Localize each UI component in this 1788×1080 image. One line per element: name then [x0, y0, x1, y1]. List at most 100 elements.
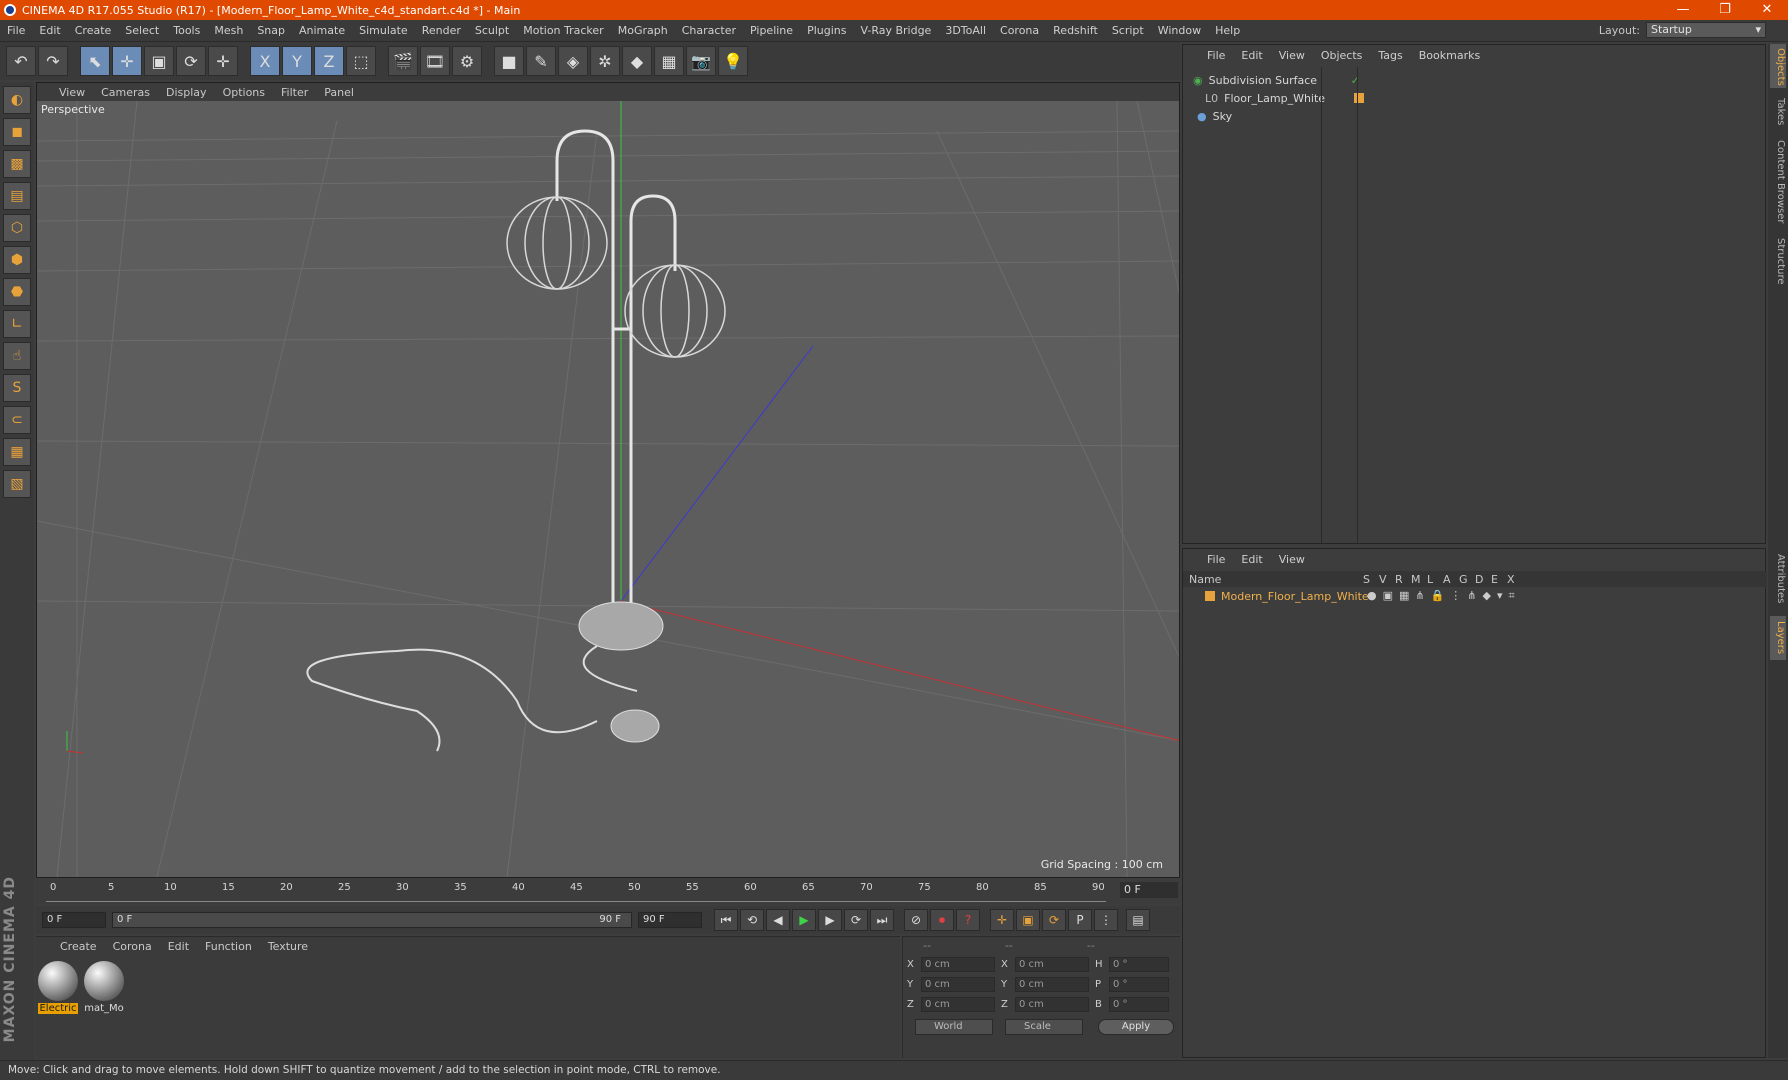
- current-frame-field[interactable]: 0 F: [1120, 882, 1178, 898]
- layer-row[interactable]: Modern_Floor_Lamp_White ●▣▦⋔🔒⋮⋔◆▾⌗: [1183, 588, 1767, 604]
- live-selection-tool[interactable]: ⬉: [80, 46, 110, 76]
- material-swatch[interactable]: mat_Mo: [84, 961, 124, 1014]
- size-x-field[interactable]: 0 cm: [1015, 957, 1089, 972]
- object-menu-view[interactable]: View: [1279, 49, 1305, 62]
- viewport-menu-options[interactable]: Options: [223, 86, 265, 99]
- enabled-check-icon[interactable]: ✓: [1351, 74, 1360, 87]
- restore-button[interactable]: ❐: [1704, 0, 1746, 20]
- position-x-field[interactable]: 0 cm: [921, 957, 995, 972]
- object-menu-tags[interactable]: Tags: [1378, 49, 1402, 62]
- menu-plugins[interactable]: Plugins: [800, 24, 853, 37]
- rotation-h-field[interactable]: 0 °: [1109, 957, 1169, 972]
- object-menu-bookmarks[interactable]: Bookmarks: [1419, 49, 1480, 62]
- render-view-button[interactable]: 🎬: [388, 46, 418, 76]
- layer-column-manager[interactable]: M: [1411, 573, 1427, 586]
- snap-magnet-icon[interactable]: ⊂: [3, 406, 31, 434]
- menu-help[interactable]: Help: [1208, 24, 1247, 37]
- layer-column-name[interactable]: Name: [1183, 573, 1363, 586]
- workplane-icon[interactable]: ▤: [3, 182, 31, 210]
- record-keys-button[interactable]: ⊘: [904, 909, 928, 931]
- tab-layers[interactable]: Layers: [1770, 616, 1786, 660]
- frame-range-slider[interactable]: 0 F 90 F: [112, 912, 632, 928]
- tweak-mode-icon[interactable]: ☝: [3, 342, 31, 370]
- rotate-tool[interactable]: ⟳: [176, 46, 206, 76]
- menu-3dtoall[interactable]: 3DToAll: [938, 24, 993, 37]
- menu-corona[interactable]: Corona: [993, 24, 1046, 37]
- array-generator-button[interactable]: ✲: [590, 46, 620, 76]
- menu-vray-bridge[interactable]: V-Ray Bridge: [853, 24, 938, 37]
- next-frame-button[interactable]: ▶: [818, 909, 842, 931]
- light-button[interactable]: 💡: [718, 46, 748, 76]
- tab-structure[interactable]: Structure: [1770, 234, 1786, 288]
- coordinate-mode-select[interactable]: Scale: [1005, 1019, 1083, 1035]
- column-divider[interactable]: [1321, 67, 1322, 543]
- menu-file[interactable]: File: [0, 24, 32, 37]
- workplane-lock-icon[interactable]: ▦: [3, 438, 31, 466]
- axis-mode-icon[interactable]: ∟: [3, 310, 31, 338]
- key-rotation-button[interactable]: ⟳: [1042, 909, 1066, 931]
- menu-motion-tracker[interactable]: Motion Tracker: [516, 24, 610, 37]
- layer-menu-edit[interactable]: Edit: [1241, 553, 1262, 566]
- goto-start-button[interactable]: ⏮: [714, 909, 738, 931]
- deformer-button[interactable]: ◆: [622, 46, 652, 76]
- layer-column-view[interactable]: V: [1379, 573, 1395, 586]
- layer-menu-view[interactable]: View: [1279, 553, 1305, 566]
- tab-takes[interactable]: Takes: [1770, 94, 1786, 130]
- layer-column-generators[interactable]: G: [1459, 573, 1475, 586]
- redo-button[interactable]: ↷: [38, 46, 68, 76]
- coordinate-system-button[interactable]: ⬚: [346, 46, 376, 76]
- apply-button[interactable]: Apply: [1098, 1019, 1174, 1035]
- layer-column-xref[interactable]: X: [1507, 573, 1523, 586]
- start-frame-field[interactable]: 0 F: [42, 912, 106, 928]
- polygons-mode-icon[interactable]: ⬣: [3, 278, 31, 306]
- material-menu-corona[interactable]: Corona: [113, 940, 152, 953]
- make-editable-icon[interactable]: ◐: [3, 86, 31, 114]
- menu-window[interactable]: Window: [1151, 24, 1208, 37]
- coordinate-space-select[interactable]: World: [915, 1019, 993, 1035]
- layer-column-locked[interactable]: L: [1427, 573, 1443, 586]
- model-mode-icon[interactable]: ◼: [3, 118, 31, 146]
- layout-select[interactable]: Startup: [1646, 22, 1766, 38]
- menu-sculpt[interactable]: Sculpt: [468, 24, 516, 37]
- solo-mode-icon[interactable]: S: [3, 374, 31, 402]
- menu-mesh[interactable]: Mesh: [207, 24, 250, 37]
- timeline-window-button[interactable]: ▤: [1126, 909, 1150, 931]
- menu-character[interactable]: Character: [675, 24, 743, 37]
- object-row[interactable]: L0 Floor_Lamp_White: [1183, 89, 1767, 107]
- material-menu-create[interactable]: Create: [60, 940, 97, 953]
- material-menu-function[interactable]: Function: [205, 940, 252, 953]
- material-menu-texture[interactable]: Texture: [268, 940, 308, 953]
- viewport-menu-view[interactable]: View: [59, 86, 85, 99]
- key-pla-button[interactable]: ⋮: [1094, 909, 1118, 931]
- timeline-ruler[interactable]: 0 5 10 15 20 25 30 35 40 45 50 55 60 65 …: [36, 880, 1180, 904]
- viewport-canvas[interactable]: Perspective Grid Spacing : 100 cm: [37, 101, 1179, 877]
- menu-edit[interactable]: Edit: [32, 24, 67, 37]
- layer-column-render[interactable]: R: [1395, 573, 1411, 586]
- layer-color-swatch[interactable]: [1354, 93, 1365, 103]
- timeline-scale[interactable]: 0 5 10 15 20 25 30 35 40 45 50 55 60 65 …: [46, 882, 1106, 902]
- goto-end-button[interactable]: ⏭: [870, 909, 894, 931]
- tab-content-browser[interactable]: Content Browser: [1770, 136, 1786, 228]
- edges-mode-icon[interactable]: ⬢: [3, 246, 31, 274]
- menu-script[interactable]: Script: [1105, 24, 1151, 37]
- menu-select[interactable]: Select: [118, 24, 166, 37]
- key-parameter-button[interactable]: P: [1068, 909, 1092, 931]
- menu-create[interactable]: Create: [68, 24, 119, 37]
- pen-spline-button[interactable]: ✎: [526, 46, 556, 76]
- menu-pipeline[interactable]: Pipeline: [743, 24, 800, 37]
- size-y-field[interactable]: 0 cm: [1015, 977, 1089, 992]
- subdivision-surface-button[interactable]: ◈: [558, 46, 588, 76]
- position-z-field[interactable]: 0 cm: [921, 997, 995, 1012]
- z-axis-lock[interactable]: Z: [314, 46, 344, 76]
- render-settings-button[interactable]: ⚙: [452, 46, 482, 76]
- position-y-field[interactable]: 0 cm: [921, 977, 995, 992]
- layer-column-animation[interactable]: A: [1443, 573, 1459, 586]
- play-button[interactable]: ▶: [792, 909, 816, 931]
- prev-frame-button[interactable]: ◀: [766, 909, 790, 931]
- layer-column-expressions[interactable]: E: [1491, 573, 1507, 586]
- texture-mode-icon[interactable]: ▩: [3, 150, 31, 178]
- menu-mograph[interactable]: MoGraph: [611, 24, 675, 37]
- rotation-p-field[interactable]: 0 °: [1109, 977, 1169, 992]
- camera-button[interactable]: 📷: [686, 46, 716, 76]
- move-tool[interactable]: ✛: [112, 46, 142, 76]
